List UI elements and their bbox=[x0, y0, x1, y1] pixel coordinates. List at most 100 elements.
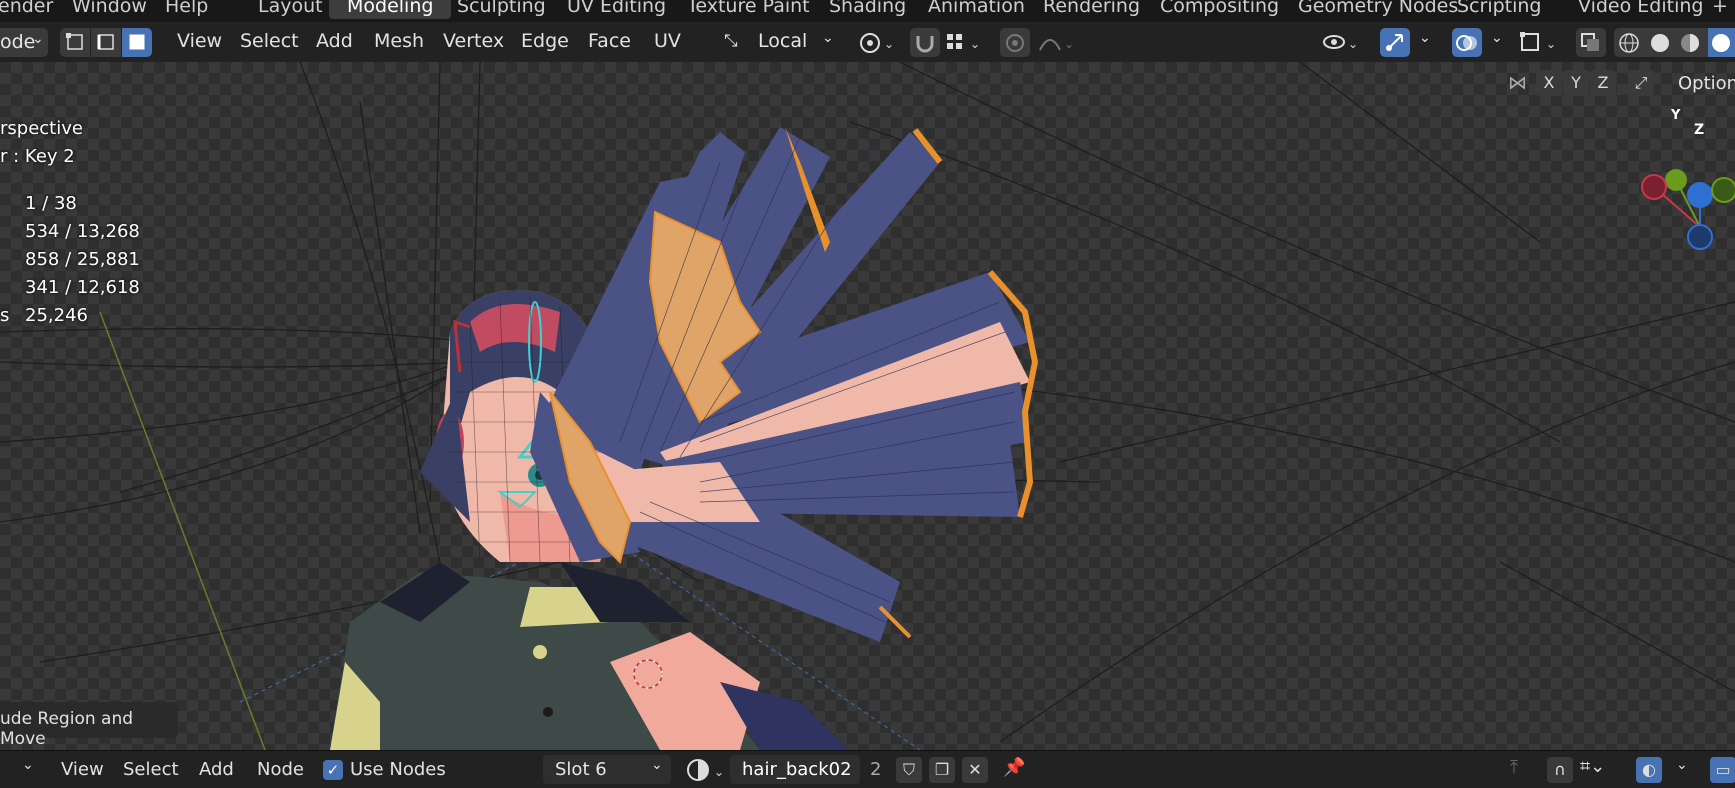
3d-viewport[interactable]: Z Y ⋈ X Y Z ⤢ Option rspective r : Key 2… bbox=[0, 62, 1735, 750]
mirror-x-toggle[interactable]: X bbox=[1536, 70, 1562, 96]
header-menu-select[interactable]: Select bbox=[240, 30, 299, 52]
grid-snap-icon: ⌄ bbox=[947, 34, 980, 51]
proportional-editing-button[interactable] bbox=[1000, 28, 1030, 57]
node-snap-icon[interactable]: ∩ bbox=[1547, 757, 1573, 783]
node-overlay-toggle[interactable]: ◐ bbox=[1636, 757, 1662, 783]
add-workspace-button[interactable]: + bbox=[1712, 0, 1728, 19]
pivot-point-dropdown[interactable]: ⌄ bbox=[856, 28, 896, 57]
navigation-gizmo[interactable] bbox=[1641, 169, 1735, 250]
visibility-dropdown[interactable]: ⌄ bbox=[1320, 28, 1362, 57]
view-name-text: rspective bbox=[0, 118, 83, 139]
overlay-dropdown-chevron-icon[interactable]: ⌄ bbox=[1491, 30, 1503, 46]
snap-element-icon[interactable]: ⌗⌄ bbox=[1580, 756, 1605, 777]
falloff-icon: ⌄ bbox=[1039, 37, 1074, 51]
tab-sculpting[interactable]: Sculpting bbox=[457, 0, 546, 19]
tab-layout[interactable]: Layout bbox=[258, 0, 323, 19]
proportional-falloff-dropdown[interactable]: ⌄ bbox=[1036, 28, 1078, 57]
tab-video-editing[interactable]: Video Editing bbox=[1578, 0, 1703, 19]
tab-rendering[interactable]: Rendering bbox=[1043, 0, 1140, 19]
use-nodes-checkbox[interactable]: ✓ bbox=[323, 760, 343, 780]
header-menu-add[interactable]: Add bbox=[316, 30, 353, 52]
tab-geometry-nodes[interactable]: Geometry Nodes bbox=[1298, 0, 1458, 19]
editor-type-chevron-icon[interactable]: ⌄ bbox=[22, 757, 34, 773]
auto-merge-icon[interactable]: ⤢ bbox=[1628, 70, 1654, 96]
material-users-count[interactable]: 2 bbox=[870, 759, 881, 780]
stat-triangles: 25,246 bbox=[25, 305, 88, 326]
fake-user-shield-icon[interactable]: ⛉ bbox=[896, 757, 922, 783]
transform-orientation-dropdown[interactable]: ⤡ Local ⌄ bbox=[718, 28, 841, 57]
tab-compositing[interactable]: Compositing bbox=[1160, 0, 1279, 19]
material-name: hair_back02 bbox=[742, 759, 852, 780]
material-name-field[interactable]: hair_back02 bbox=[730, 755, 860, 784]
gizmo-neg-y-icon[interactable] bbox=[1711, 177, 1735, 203]
material-slot-dropdown[interactable]: Slot 6 ⌄ bbox=[543, 755, 671, 784]
snap-toggle-button[interactable] bbox=[910, 28, 940, 57]
gizmo-y-axis-icon[interactable] bbox=[1665, 169, 1687, 191]
xray-toggle-button[interactable] bbox=[1576, 28, 1606, 57]
mirror-z-toggle[interactable]: Z bbox=[1590, 70, 1616, 96]
last-operator-label: ude Region and Move bbox=[0, 709, 134, 749]
last-operator-panel[interactable]: ude Region and Move bbox=[0, 702, 178, 749]
duplicate-material-icon[interactable]: ❐ bbox=[929, 757, 955, 783]
svg-text:⌄: ⌄ bbox=[1064, 37, 1074, 51]
bottom-menu-view[interactable]: View bbox=[61, 759, 104, 780]
overlay-chevron-icon[interactable]: ⌄ bbox=[1676, 757, 1688, 773]
proportional-icon bbox=[1006, 34, 1024, 52]
mirror-y-toggle[interactable]: Y bbox=[1563, 70, 1589, 96]
face-select-mode-button[interactable] bbox=[122, 28, 152, 57]
y-axis-line bbox=[99, 311, 266, 750]
vertex-select-mode-button[interactable] bbox=[60, 28, 90, 57]
shape-key-text: r : Key 2 bbox=[0, 146, 75, 167]
edge-select-mode-button[interactable] bbox=[91, 28, 121, 57]
chevron-down-icon: ⌄ bbox=[822, 30, 834, 46]
snap-target-dropdown[interactable]: ⌄ bbox=[944, 28, 986, 57]
gizmo-neg-x-icon[interactable] bbox=[1641, 174, 1667, 200]
tab-modeling[interactable]: Modeling bbox=[329, 0, 452, 19]
stat-edges: 858 / 25,881 bbox=[25, 249, 140, 270]
gizmo-toggle-button[interactable] bbox=[1380, 28, 1410, 57]
sidebar-toggle-icon[interactable]: ▭ bbox=[1710, 757, 1735, 783]
mirror-options-row: ⋈ X Y Z ⤢ Option bbox=[1500, 70, 1735, 98]
tab-shading[interactable]: Shading bbox=[829, 0, 906, 19]
menu-window[interactable]: Window bbox=[72, 0, 147, 19]
stat-objects: 1 / 38 bbox=[25, 193, 77, 214]
eye-icon: ⌄ bbox=[1323, 35, 1358, 51]
header-menu-view[interactable]: View bbox=[177, 30, 222, 52]
mode-dropdown[interactable]: ode ⌄ bbox=[0, 28, 48, 57]
svg-text:⌄: ⌄ bbox=[1348, 37, 1358, 51]
parent-node-tree-icon[interactable]: ⤒ bbox=[1510, 757, 1518, 778]
unlink-material-icon[interactable]: ✕ bbox=[962, 757, 988, 783]
orientation-label: Local bbox=[758, 30, 808, 52]
tab-animation[interactable]: Animation bbox=[928, 0, 1025, 19]
face-select-icon bbox=[129, 34, 145, 50]
shader-editor-header: ⌄ View Select Add Node ✓ Use Nodes Slot … bbox=[0, 750, 1735, 788]
menu-help[interactable]: Help bbox=[165, 0, 208, 19]
magnet-icon bbox=[916, 36, 934, 53]
mode-label: ode bbox=[0, 31, 36, 53]
bottom-menu-node[interactable]: Node bbox=[257, 759, 304, 780]
header-menu-edge[interactable]: Edge bbox=[521, 30, 569, 52]
bottom-menu-add[interactable]: Add bbox=[199, 759, 234, 780]
header-menu-uv[interactable]: UV bbox=[654, 30, 681, 52]
header-menu-face[interactable]: Face bbox=[588, 30, 631, 52]
gizmo-y-label: Y bbox=[1671, 108, 1681, 123]
gizmo-dropdown-chevron-icon[interactable]: ⌄ bbox=[1419, 30, 1431, 46]
tab-scripting[interactable]: Scripting bbox=[1457, 0, 1542, 19]
bottom-menu-select[interactable]: Select bbox=[123, 759, 179, 780]
overlay-toggle-button[interactable] bbox=[1452, 28, 1482, 57]
mesh-edit-overlay-dropdown[interactable]: ⌄ bbox=[1518, 28, 1560, 57]
pin-icon[interactable]: 📌 bbox=[1003, 757, 1025, 778]
vertex-select-icon bbox=[66, 33, 83, 50]
tab-texture-paint[interactable]: Texture Paint bbox=[687, 0, 810, 19]
options-dropdown[interactable]: Option bbox=[1678, 73, 1735, 94]
svg-text:⌄: ⌄ bbox=[970, 37, 980, 51]
gizmo-z-axis-icon[interactable] bbox=[1687, 182, 1713, 208]
chevron-down-icon: ⌄ bbox=[32, 31, 44, 47]
tab-uv-editing[interactable]: UV Editing bbox=[567, 0, 666, 19]
menu-render[interactable]: ender bbox=[0, 0, 53, 19]
stat-triangles-label: s bbox=[0, 305, 10, 326]
material-browse-button[interactable]: ⌄ bbox=[684, 757, 730, 783]
gizmo-neg-z-icon[interactable] bbox=[1687, 224, 1713, 250]
header-menu-vertex[interactable]: Vertex bbox=[443, 30, 504, 52]
header-menu-mesh[interactable]: Mesh bbox=[374, 30, 424, 52]
